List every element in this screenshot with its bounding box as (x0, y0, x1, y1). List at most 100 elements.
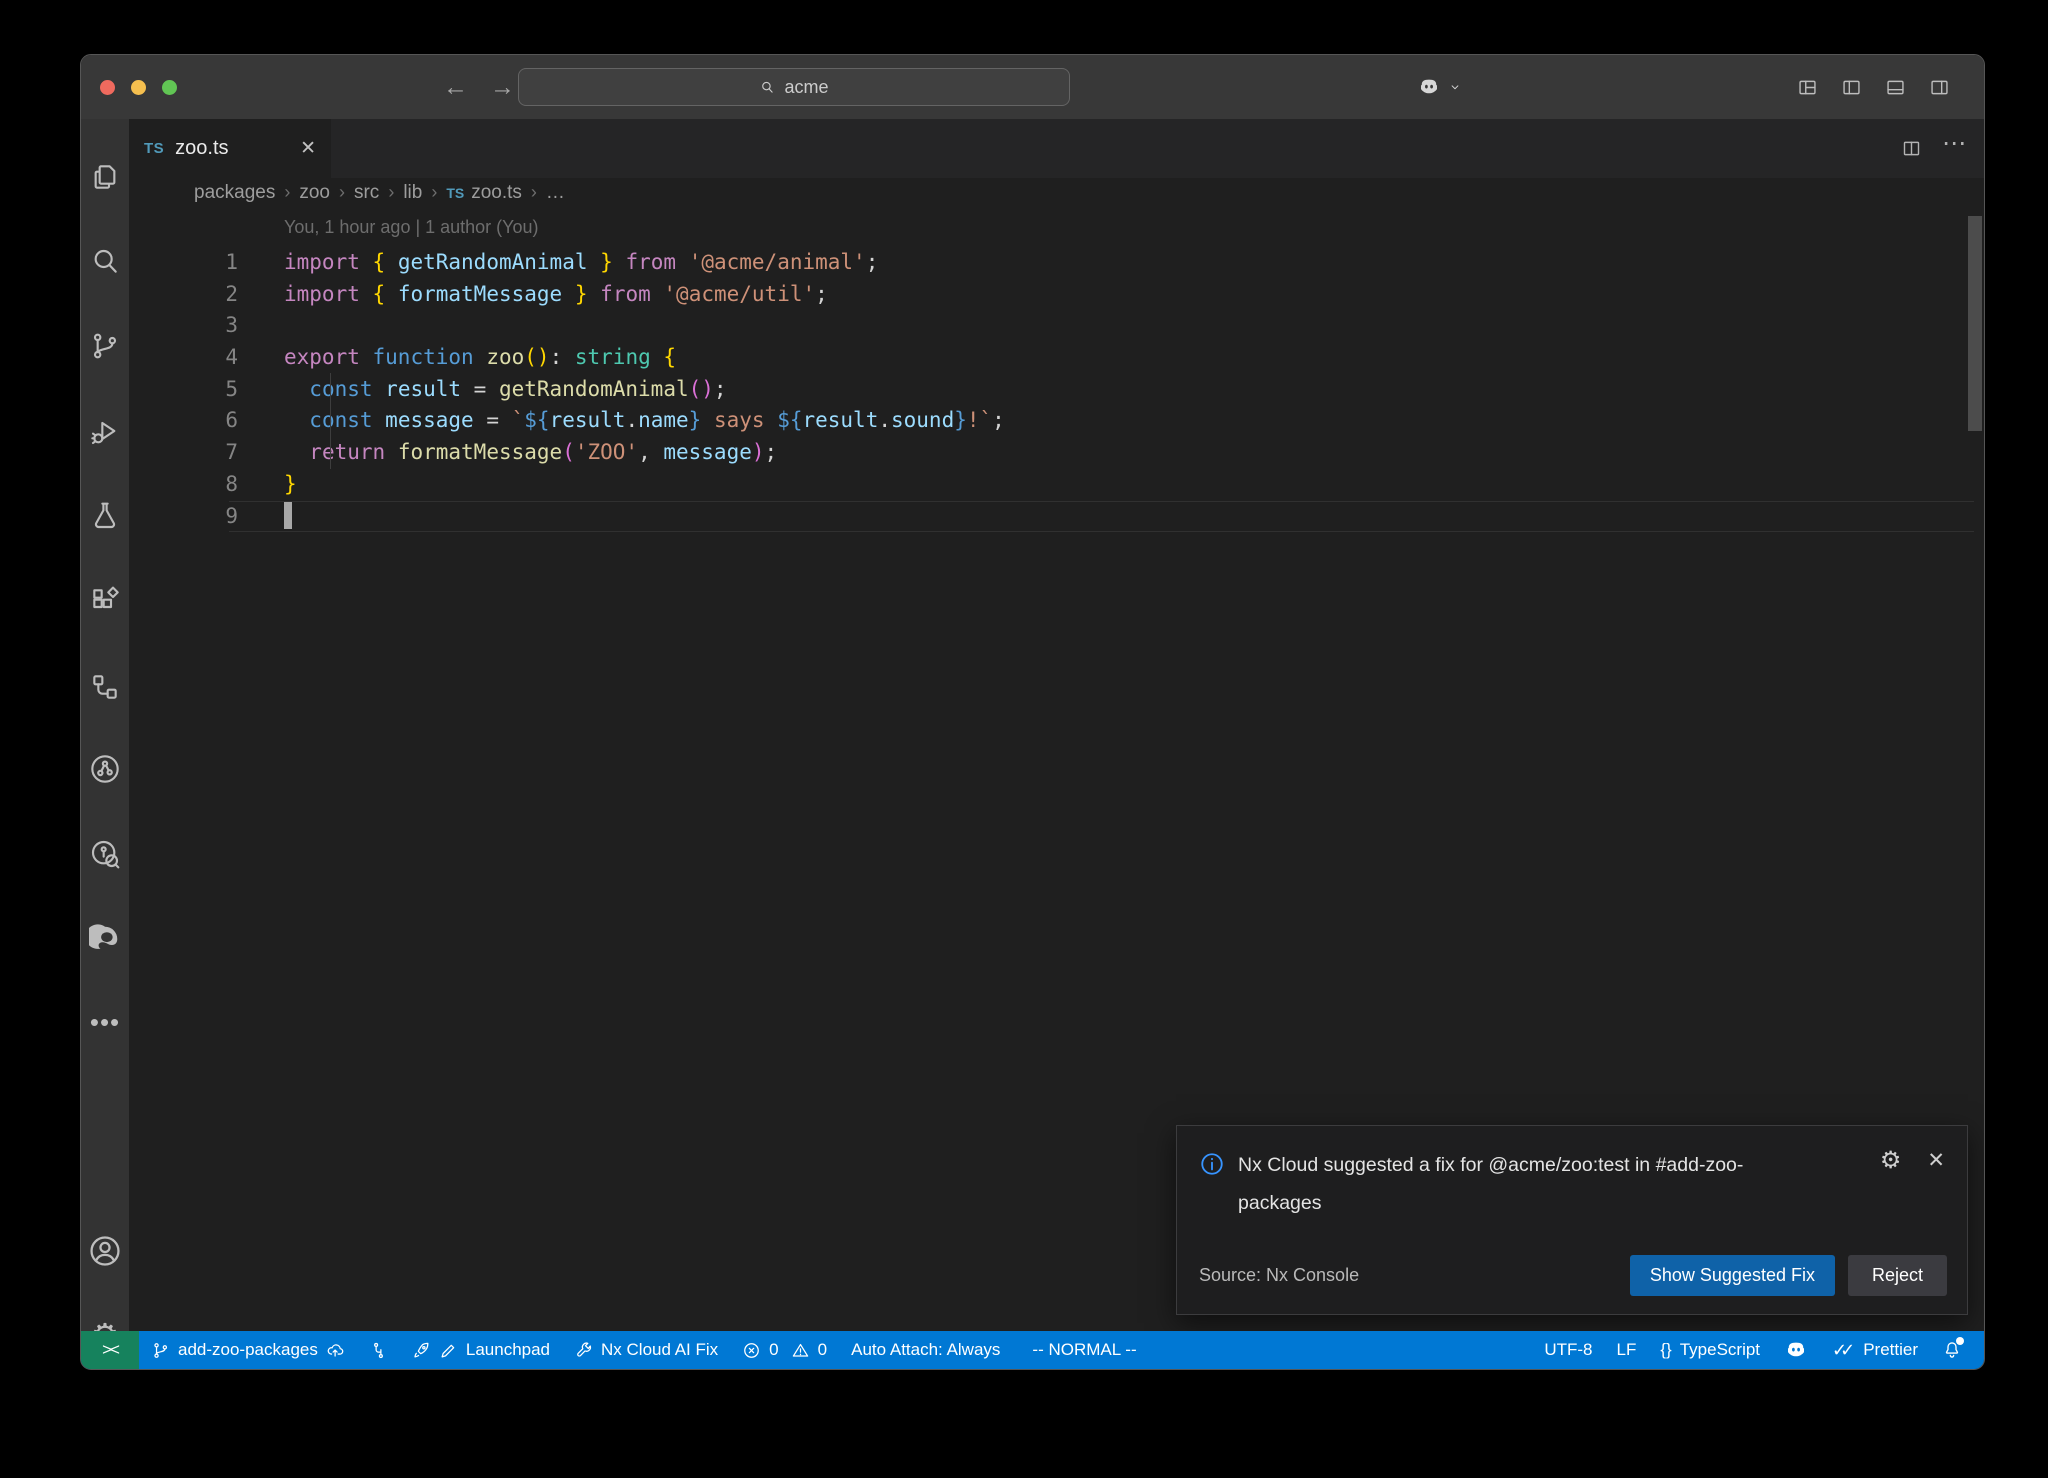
line-number: 3 (129, 310, 238, 342)
cloud-upload-icon (326, 1341, 345, 1360)
breadcrumb-item[interactable]: src (354, 182, 379, 204)
breadcrumb-separator: › (431, 182, 437, 203)
indent-guide (330, 373, 331, 469)
breadcrumb-item[interactable]: lib (403, 182, 422, 204)
line-number: 4 (129, 342, 238, 374)
code-line-7[interactable]: 7 return formatMessage('ZOO', message); (129, 437, 1984, 469)
notification-settings-gear-icon[interactable]: ⚙ (1880, 1146, 1902, 1175)
editor-area: TS zoo.ts ✕ ⋯ packages›zoo›src›lib›TSzoo… (129, 119, 1984, 1331)
code-line-6[interactable]: 6 const message = `${result.name} says $… (129, 405, 1984, 437)
language-status[interactable]: {} TypeScript (1648, 1331, 1772, 1369)
nx-target-icon (369, 1341, 388, 1360)
remote-indicator[interactable]: >< (81, 1331, 139, 1369)
minimize-window-button[interactable] (131, 80, 146, 95)
code-line-8[interactable]: 8} (129, 469, 1984, 501)
breadcrumb-item[interactable]: TSzoo.ts (446, 182, 522, 204)
tab-zoo-ts[interactable]: TS zoo.ts ✕ (129, 119, 331, 178)
git-blame-annotation: You, 1 hour ago | 1 author (You) (129, 207, 1984, 247)
toggle-panel-icon[interactable] (1885, 77, 1906, 98)
editor-scrollbar[interactable] (1968, 216, 1982, 431)
tab-label: zoo.ts (175, 137, 228, 160)
line-number: 1 (129, 247, 238, 279)
breadcrumb-separator: › (339, 182, 345, 203)
eol-status[interactable]: LF (1605, 1331, 1649, 1369)
code-line-1[interactable]: 1import { getRandomAnimal } from '@acme/… (129, 247, 1984, 279)
customize-layout-icon[interactable] (1797, 77, 1818, 98)
toggle-secondary-sidebar-icon[interactable] (1929, 77, 1950, 98)
encoding-status[interactable]: UTF-8 (1532, 1331, 1604, 1369)
nx-target-status[interactable] (357, 1331, 400, 1369)
code-editor[interactable]: You, 1 hour ago | 1 author (You) 1import… (129, 207, 1984, 532)
breadcrumb-item[interactable]: zoo (299, 182, 330, 204)
search-icon[interactable] (88, 244, 122, 278)
line-number: 5 (129, 374, 238, 406)
source-control-icon[interactable] (88, 329, 122, 363)
edit-tools-icon (439, 1341, 458, 1360)
typescript-file-icon: TS (446, 185, 464, 201)
nx-console-icon[interactable] (88, 670, 122, 704)
typescript-file-icon: TS (144, 140, 164, 157)
go-forward-icon[interactable]: → (490, 73, 515, 102)
command-center-search[interactable]: acme (518, 68, 1070, 106)
code-line-3[interactable]: 3 (129, 310, 1984, 342)
run-debug-icon[interactable] (88, 414, 122, 448)
git-branch-icon (151, 1341, 170, 1360)
notifications-status[interactable] (1930, 1331, 1974, 1369)
notification-close-icon[interactable]: ✕ (1927, 1148, 1945, 1173)
notification-toast: Nx Cloud suggested a fix for @acme/zoo:t… (1176, 1125, 1968, 1315)
wrench-icon (574, 1341, 593, 1360)
info-icon (1199, 1151, 1225, 1177)
zoom-window-button[interactable] (162, 80, 177, 95)
notification-source: Source: Nx Console (1199, 1265, 1359, 1286)
breadcrumb-item[interactable]: … (546, 182, 565, 204)
formatter-status[interactable]: ✓✓ Prettier (1820, 1331, 1930, 1369)
code-line-5[interactable]: 5 const result = getRandomAnimal(); (129, 374, 1984, 406)
activity-bar: •••⚙ (81, 119, 129, 1331)
copilot-status[interactable] (1772, 1331, 1820, 1369)
vim-mode-status[interactable]: -- NORMAL -- (1020, 1331, 1148, 1369)
code-line-2[interactable]: 2import { formatMessage } from '@acme/ut… (129, 279, 1984, 311)
search-icon (759, 79, 776, 96)
split-editor-icon[interactable] (1901, 138, 1922, 159)
breadcrumb-item[interactable]: packages (194, 182, 275, 204)
vscode-window: ← → acme •••⚙ TS zoo.ts ✕ (80, 54, 1985, 1370)
testing-icon[interactable] (88, 498, 122, 532)
auto-attach-status[interactable]: Auto Attach: Always (839, 1331, 1012, 1369)
files-icon[interactable] (88, 160, 122, 194)
status-bar: >< add-zoo-packages Launchpad Nx Cloud A… (81, 1331, 1984, 1369)
code-line-9[interactable]: 9 (129, 501, 1984, 533)
reject-button[interactable]: Reject (1848, 1255, 1947, 1296)
launchpad-status[interactable]: Launchpad (400, 1331, 562, 1369)
breadcrumb-separator: › (284, 182, 290, 203)
line-number: 9 (129, 501, 238, 533)
copilot-icon[interactable] (1417, 75, 1441, 99)
toggle-primary-sidebar-icon[interactable] (1841, 77, 1862, 98)
close-window-button[interactable] (100, 80, 115, 95)
go-back-icon[interactable]: ← (443, 73, 468, 102)
more-actions-icon[interactable]: ⋯ (1942, 139, 1968, 159)
vim-block-cursor (284, 502, 292, 529)
account-icon[interactable] (88, 1234, 122, 1268)
chevron-down-icon[interactable] (1448, 80, 1462, 94)
nx-project-graph-icon[interactable] (88, 752, 122, 786)
nx-project-details-icon[interactable] (88, 837, 122, 871)
line-number: 6 (129, 405, 238, 437)
edge-browser-icon[interactable] (88, 922, 122, 956)
problems-status[interactable]: 0 0 (730, 1331, 839, 1369)
extensions-icon[interactable] (88, 584, 122, 618)
breadcrumb-separator: › (388, 182, 394, 203)
more-icon[interactable]: ••• (88, 1005, 122, 1039)
nx-cloud-fix-status[interactable]: Nx Cloud AI Fix (562, 1331, 730, 1369)
git-branch-status[interactable]: add-zoo-packages (139, 1331, 357, 1369)
copilot-icon (1784, 1338, 1808, 1362)
search-value: acme (784, 77, 828, 98)
code-line-4[interactable]: 4export function zoo(): string { (129, 342, 1984, 374)
close-tab-icon[interactable]: ✕ (300, 137, 316, 160)
code-lines: 1import { getRandomAnimal } from '@acme/… (129, 247, 1984, 532)
rocket-icon (412, 1341, 431, 1360)
window-controls (100, 80, 177, 95)
show-suggested-fix-button[interactable]: Show Suggested Fix (1630, 1255, 1835, 1296)
error-circle-icon (742, 1341, 761, 1360)
titlebar: ← → acme (81, 55, 1984, 119)
tab-bar: TS zoo.ts ✕ ⋯ (129, 119, 1984, 178)
